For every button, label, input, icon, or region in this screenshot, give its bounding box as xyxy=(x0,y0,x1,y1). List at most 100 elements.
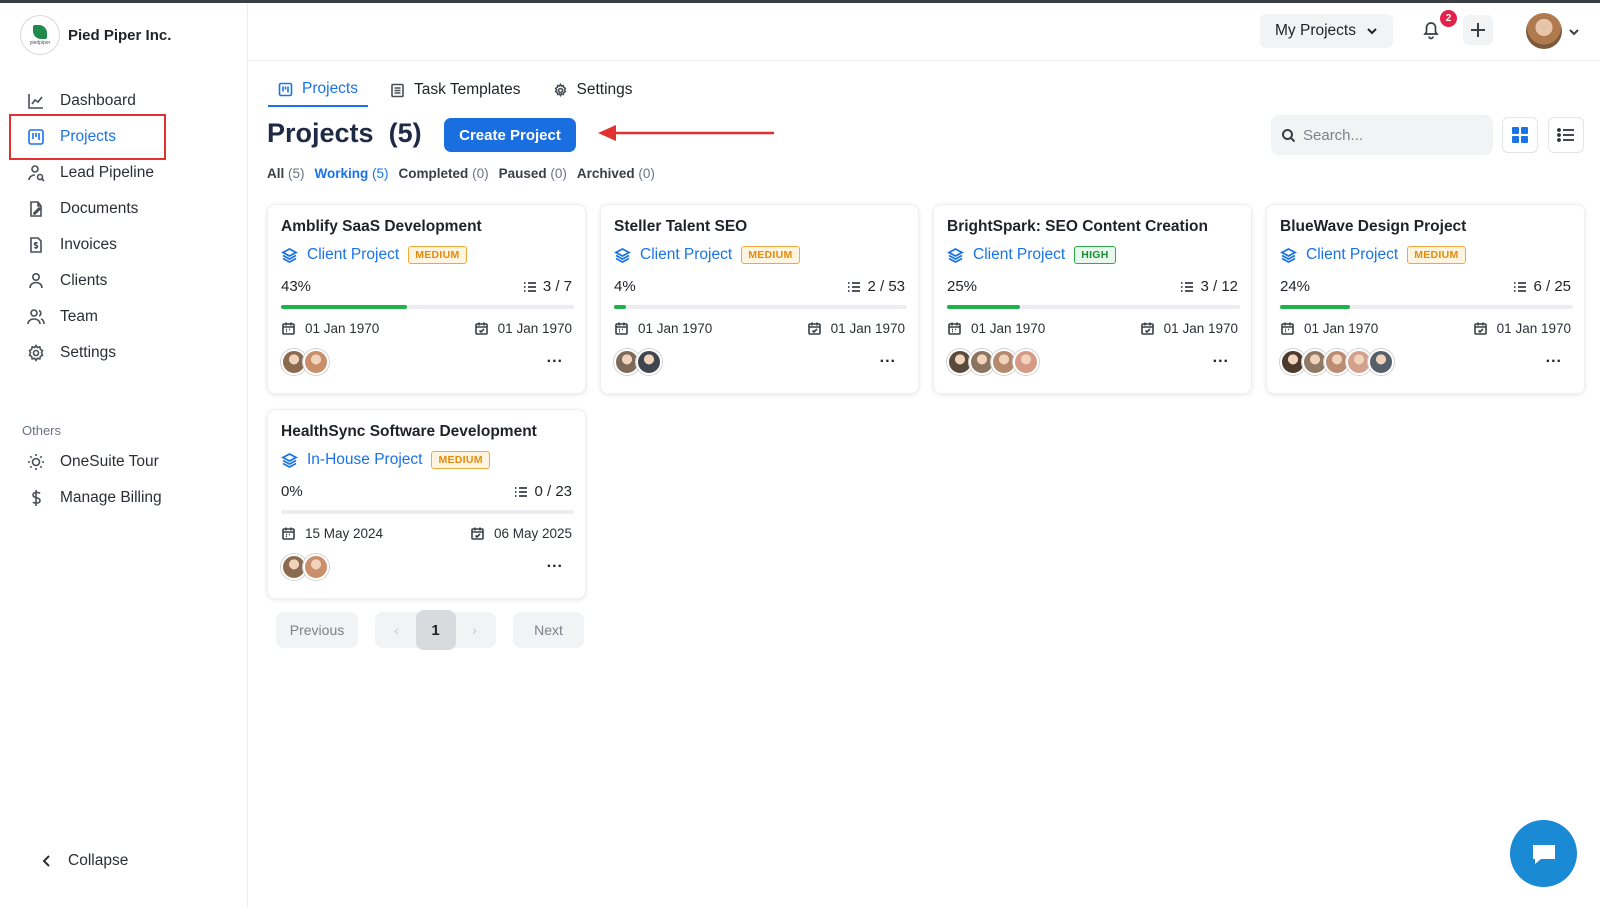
chevron-down-icon xyxy=(1367,28,1377,35)
sidebar-item-lead-pipeline[interactable]: Lead Pipeline xyxy=(0,155,248,191)
layers-icon xyxy=(947,247,964,263)
sidebar-item-settings[interactable]: Settings xyxy=(0,335,248,371)
search-input[interactable] xyxy=(1303,126,1483,144)
create-project-button[interactable]: Create Project xyxy=(444,118,576,152)
progress-fill xyxy=(1280,305,1351,309)
others-section-label: Others xyxy=(22,423,62,438)
priority-badge: MEDIUM xyxy=(408,246,467,264)
team-avatars[interactable] xyxy=(281,554,329,580)
team-avatars[interactable] xyxy=(281,349,329,375)
filter-all[interactable]: All (5) xyxy=(267,166,305,181)
project-card[interactable]: BlueWave Design Project Client Project M… xyxy=(1266,204,1585,394)
project-title[interactable]: Amblify SaaS Development xyxy=(281,218,482,236)
user-avatar[interactable] xyxy=(1526,13,1562,49)
collapse-button[interactable]: Collapse xyxy=(40,852,128,870)
start-date: 01 Jan 1970 xyxy=(1280,321,1378,336)
calendar-icon xyxy=(282,527,295,540)
document-edit-icon xyxy=(30,201,42,217)
user-menu-chevron[interactable] xyxy=(1568,25,1580,43)
calendar-check-icon xyxy=(474,322,488,335)
kanban-icon xyxy=(278,82,293,96)
more-options-button[interactable]: ... xyxy=(547,554,563,572)
team-member-avatar[interactable] xyxy=(1013,349,1039,375)
more-options-button[interactable]: ... xyxy=(1213,349,1229,367)
due-date: 01 Jan 1970 xyxy=(1473,321,1571,336)
invoice-dollar-icon xyxy=(30,237,42,253)
next-page-button[interactable]: Next xyxy=(513,612,584,648)
layers-icon xyxy=(1280,247,1297,263)
project-card[interactable]: BrightSpark: SEO Content Creation Client… xyxy=(933,204,1252,394)
more-options-button[interactable]: ... xyxy=(1546,349,1562,367)
project-card[interactable]: HealthSync Software Development In-House… xyxy=(267,409,586,599)
project-title[interactable]: HealthSync Software Development xyxy=(281,423,537,441)
team-avatars[interactable] xyxy=(614,349,662,375)
chevron-right-icon[interactable]: › xyxy=(456,622,494,638)
progress-percent: 25% xyxy=(947,278,978,295)
layers-icon xyxy=(614,247,631,263)
project-type: Client Project MEDIUM xyxy=(614,246,800,264)
quick-add-button[interactable] xyxy=(1463,15,1493,45)
list-icon xyxy=(1557,128,1574,142)
gear-icon xyxy=(28,344,44,362)
progress-fill xyxy=(281,305,407,309)
chevron-left-icon[interactable]: ‹ xyxy=(378,622,416,638)
filter-completed[interactable]: Completed (0) xyxy=(399,166,489,181)
search-icon xyxy=(1282,128,1296,142)
project-title[interactable]: BrightSpark: SEO Content Creation xyxy=(947,218,1208,236)
more-options-button[interactable]: ... xyxy=(880,349,896,367)
team-member-avatar[interactable] xyxy=(636,349,662,375)
team-member-avatar[interactable] xyxy=(1368,349,1394,375)
filter-paused[interactable]: Paused (0) xyxy=(499,166,567,181)
progress-percent: 4% xyxy=(614,278,636,295)
user-icon xyxy=(29,272,43,289)
notification-count-badge: 2 xyxy=(1440,10,1457,27)
chat-bubble-icon xyxy=(1532,844,1555,864)
sidebar-item-documents[interactable]: Documents xyxy=(0,191,248,227)
team-member-avatar[interactable] xyxy=(303,554,329,580)
brand[interactable]: piedpiper Pied Piper Inc. xyxy=(20,15,171,55)
tab-projects[interactable]: Projects xyxy=(268,73,368,107)
project-title[interactable]: BlueWave Design Project xyxy=(1280,218,1466,236)
sidebar-item-manage-billing[interactable]: Manage Billing xyxy=(0,480,248,516)
progress-percent: 24% xyxy=(1280,278,1311,295)
project-card[interactable]: Amblify SaaS Development Client Project … xyxy=(267,204,586,394)
chevron-left-icon xyxy=(42,855,50,867)
more-options-button[interactable]: ... xyxy=(547,349,563,367)
sidebar-item-team[interactable]: Team xyxy=(0,299,248,335)
dollar-icon xyxy=(32,490,41,506)
priority-badge: MEDIUM xyxy=(431,451,490,469)
priority-badge: MEDIUM xyxy=(1407,246,1466,264)
team-member-avatar[interactable] xyxy=(303,349,329,375)
checklist-icon xyxy=(515,486,528,497)
calendar-check-icon xyxy=(1473,322,1487,335)
search-box[interactable] xyxy=(1271,115,1493,155)
project-type-label: Client Project xyxy=(307,246,400,263)
chevron-down-icon xyxy=(1569,29,1579,36)
filter-working[interactable]: Working (5) xyxy=(315,166,389,181)
priority-badge: MEDIUM xyxy=(741,246,800,264)
checklist-icon xyxy=(848,281,861,292)
project-scope-dropdown[interactable]: My Projects xyxy=(1260,14,1393,48)
project-type: Client Project MEDIUM xyxy=(1280,246,1466,264)
chat-widget-button[interactable] xyxy=(1510,820,1577,887)
team-avatars[interactable] xyxy=(947,349,1039,375)
sidebar-item-onesuite-tour[interactable]: OneSuite Tour xyxy=(0,444,248,480)
sidebar-item-invoices[interactable]: Invoices xyxy=(0,227,248,263)
sidebar-item-clients[interactable]: Clients xyxy=(0,263,248,299)
project-card[interactable]: Steller Talent SEO Client Project MEDIUM… xyxy=(600,204,919,394)
project-title[interactable]: Steller Talent SEO xyxy=(614,218,747,236)
page-number-current[interactable]: 1 xyxy=(415,610,456,650)
team-avatars[interactable] xyxy=(1280,349,1394,375)
tab-task-templates[interactable]: Task Templates xyxy=(380,73,531,107)
grid-view-button[interactable] xyxy=(1502,117,1538,153)
list-view-button[interactable] xyxy=(1548,117,1584,153)
previous-page-button[interactable]: Previous xyxy=(276,612,358,648)
calendar-icon xyxy=(615,322,628,335)
progress-percent: 0% xyxy=(281,483,303,500)
progress-fill xyxy=(614,305,626,309)
user-search-icon xyxy=(28,165,45,182)
tab-settings[interactable]: Settings xyxy=(543,73,643,107)
others-nav: OneSuite Tour Manage Billing xyxy=(0,444,248,516)
annotation-highlight-box xyxy=(9,114,166,160)
filter-archived[interactable]: Archived (0) xyxy=(577,166,655,181)
